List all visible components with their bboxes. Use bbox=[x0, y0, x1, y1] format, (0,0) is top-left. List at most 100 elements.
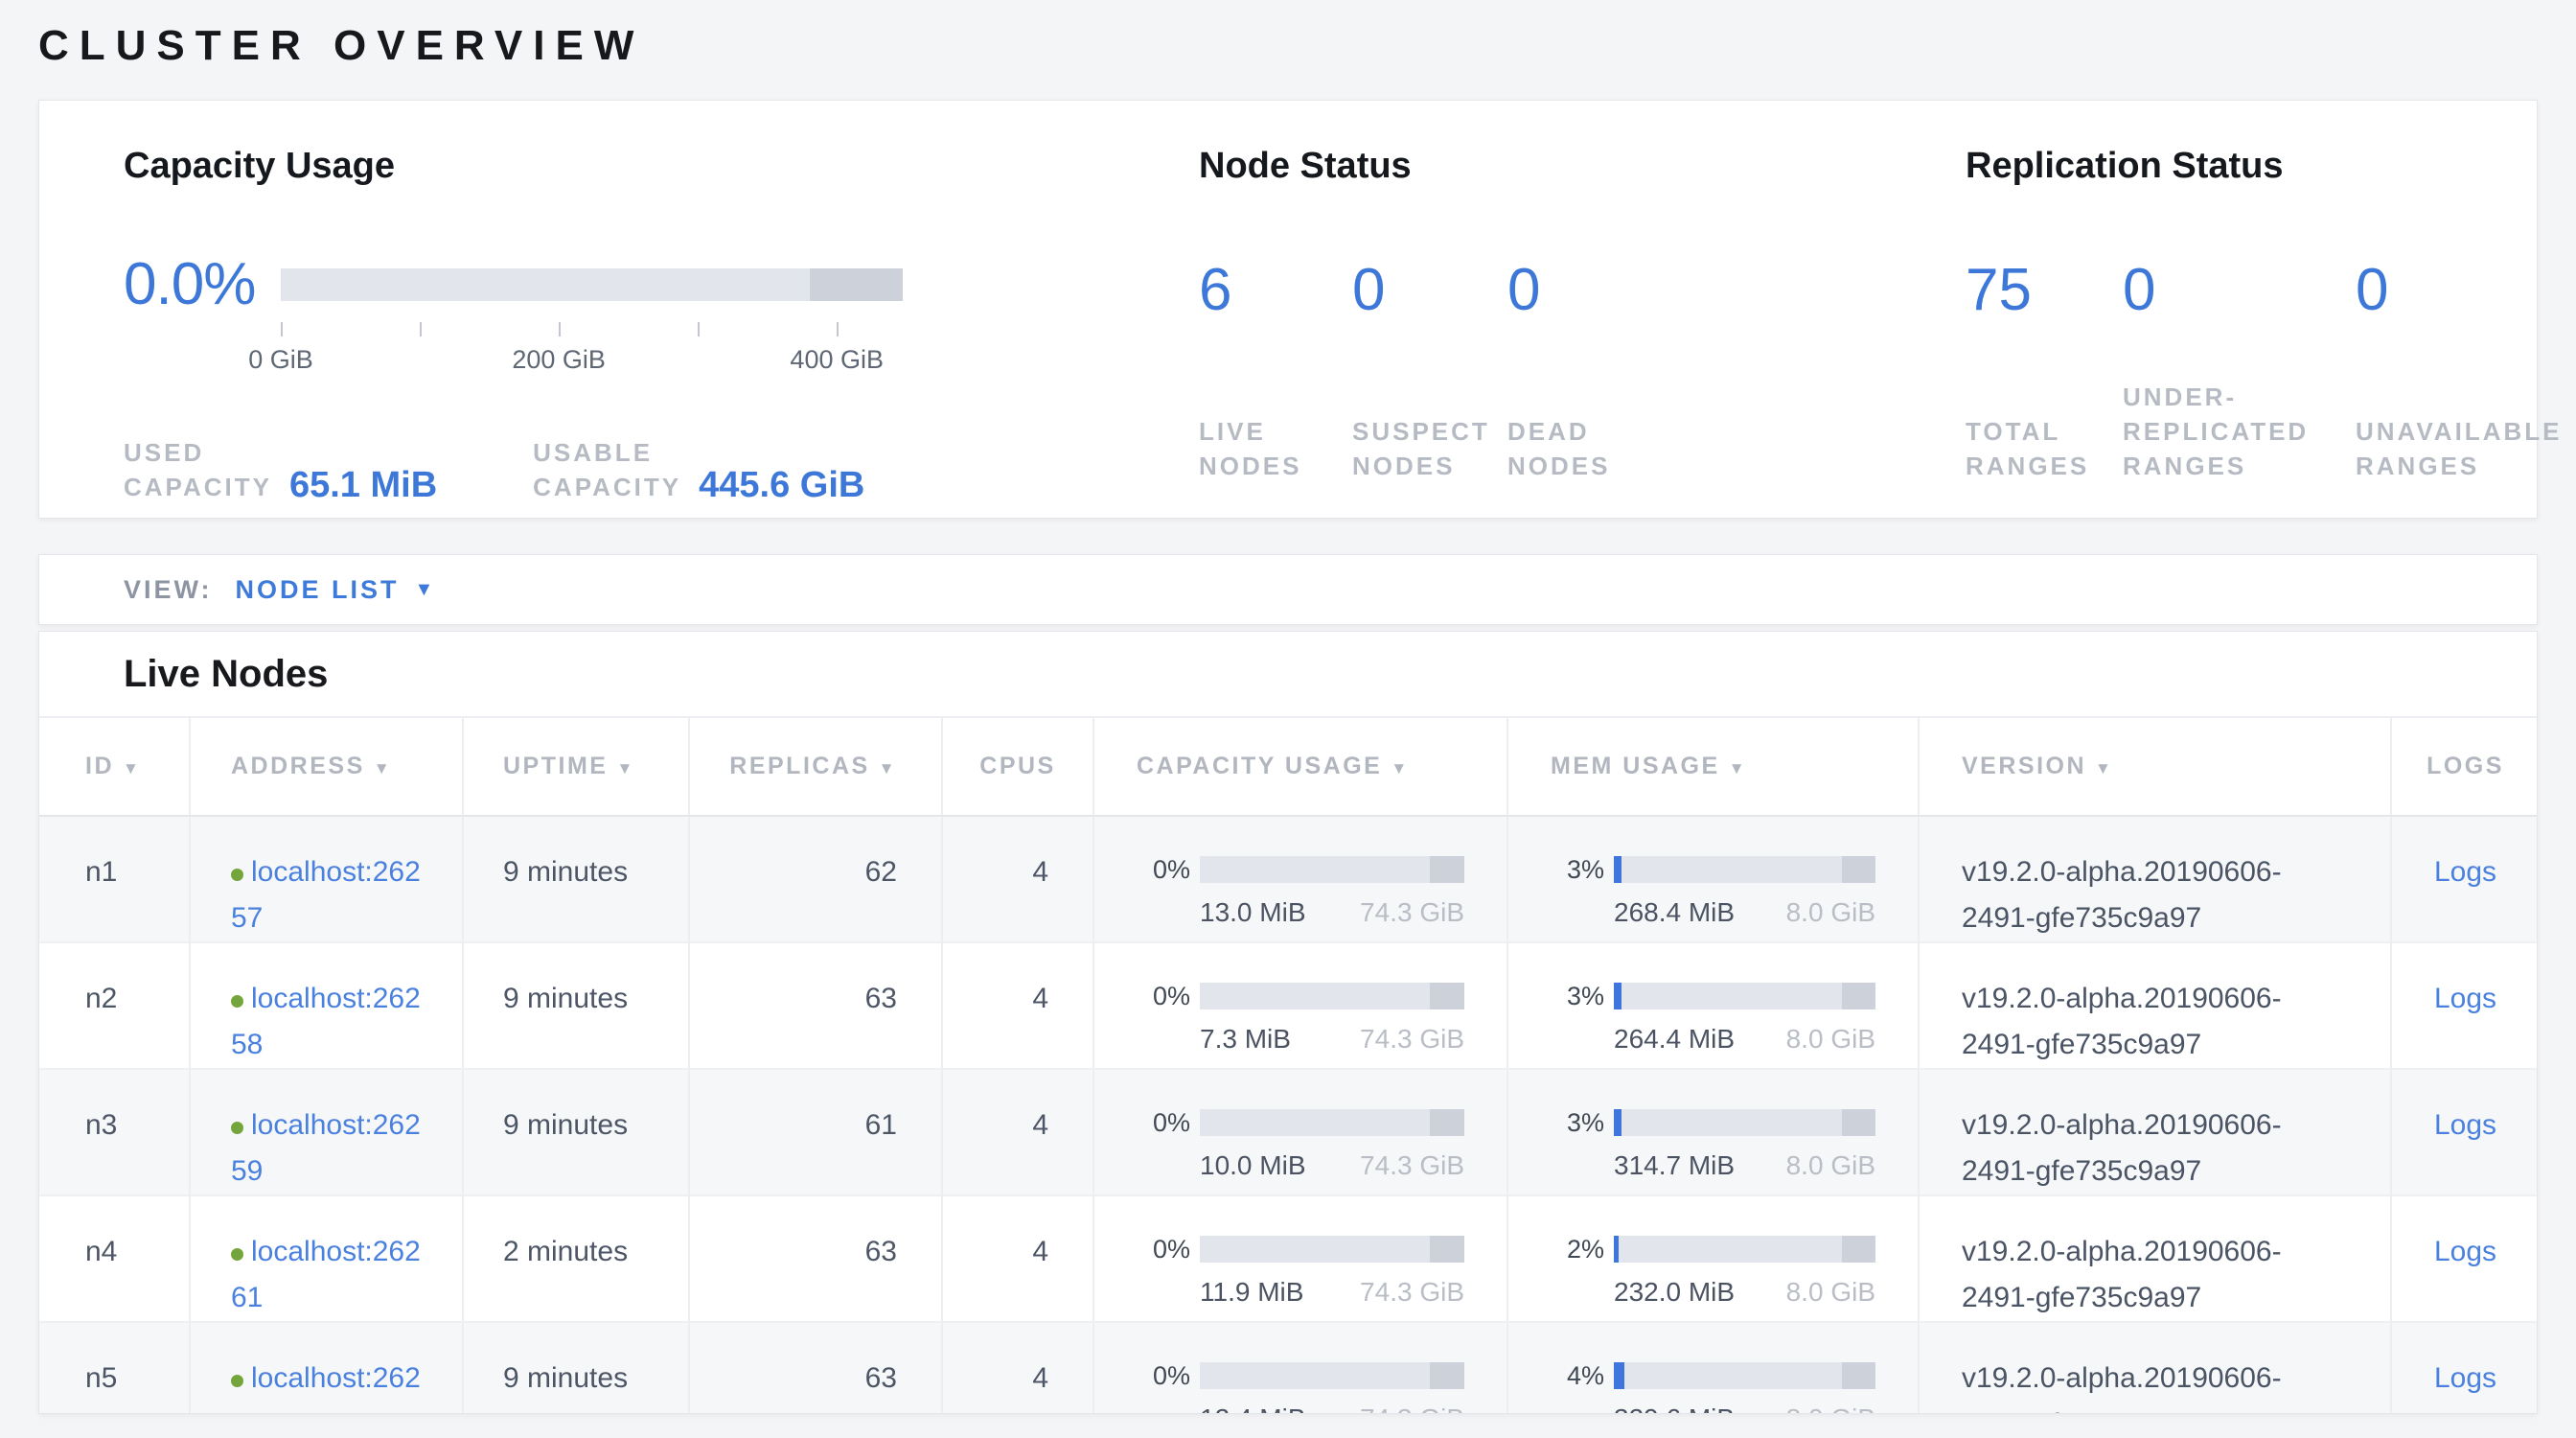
logs-link[interactable]: Logs bbox=[2434, 1109, 2496, 1141]
usage-bar-row: 3% bbox=[1551, 855, 1875, 884]
usage-total-value: 74.3 GiB bbox=[1360, 1277, 1464, 1308]
table-row: n1localhost:262579 minutes6240%13.0 MiB7… bbox=[39, 816, 2538, 942]
column-header-mem[interactable]: MEM USAGE▼ bbox=[1507, 717, 1919, 816]
column-header-label: MEM USAGE bbox=[1551, 753, 1720, 779]
cell-version: v19.2.0-alpha.20190606-2491-gfe735c9a97 bbox=[1919, 1322, 2391, 1414]
usage-percent: 0% bbox=[1137, 1235, 1190, 1264]
axis-tick-label: 200 GiB bbox=[512, 345, 606, 375]
summary-stat-label: SUSPECTNODES bbox=[1352, 380, 1507, 483]
version-value: v19.2.0-alpha.20190606-2491-gfe735c9a97 bbox=[1962, 1229, 2352, 1321]
usage-bar-dark-segment bbox=[1842, 1362, 1875, 1389]
capacity-stat-label: USEDCAPACITY bbox=[124, 435, 272, 504]
usage-total-value: 74.3 GiB bbox=[1360, 1024, 1464, 1055]
sort-arrow-icon: ▼ bbox=[374, 759, 392, 777]
page-title: CLUSTER OVERVIEW bbox=[38, 0, 2538, 71]
node-address-link[interactable]: localhost:26258 bbox=[231, 983, 421, 1060]
node-address-text: localhost:26262 bbox=[231, 1362, 421, 1414]
logs-link[interactable]: Logs bbox=[2434, 856, 2496, 888]
node-id: n1 bbox=[85, 856, 117, 888]
usage-percent: 4% bbox=[1551, 1361, 1604, 1390]
usage-bar bbox=[1614, 856, 1875, 883]
capacity-percent: 0.0% bbox=[124, 255, 281, 314]
summary-stat-label: TOTALRANGES bbox=[1966, 380, 2123, 483]
node-address-link[interactable]: localhost:26257 bbox=[231, 856, 421, 934]
usage-percent: 0% bbox=[1137, 1108, 1190, 1137]
node-address-text: localhost:26258 bbox=[231, 983, 421, 1060]
usage-used-value: 329.6 MiB bbox=[1614, 1403, 1735, 1414]
usage-bar bbox=[1614, 1109, 1875, 1136]
table-row: n2localhost:262589 minutes6340%7.3 MiB74… bbox=[39, 942, 2538, 1069]
usage-total-value: 74.3 GiB bbox=[1360, 897, 1464, 928]
table-row: n5localhost:262629 minutes6340%12.4 MiB7… bbox=[39, 1322, 2538, 1414]
capacity-gauge-bar bbox=[281, 268, 903, 301]
capacity-stat-label: USABLECAPACITY bbox=[533, 435, 681, 504]
column-header-capacity[interactable]: CAPACITY USAGE▼ bbox=[1093, 717, 1507, 816]
capacity-gauge-axis: 0 GiB 200 GiB 400 GiB bbox=[281, 314, 903, 389]
column-header-version[interactable]: VERSION▼ bbox=[1919, 717, 2391, 816]
logs-link[interactable]: Logs bbox=[2434, 983, 2496, 1014]
node-address-link[interactable]: localhost:26259 bbox=[231, 1109, 421, 1187]
replicas-value: 61 bbox=[865, 1109, 897, 1141]
usage-bar-dark-segment bbox=[1430, 1362, 1464, 1389]
usage-caption: 329.6 MiB8.0 GiB bbox=[1614, 1403, 1875, 1414]
cpus-value: 4 bbox=[1032, 1362, 1048, 1394]
cell-mem: 3%314.7 MiB8.0 GiB bbox=[1507, 1069, 1919, 1195]
usage-used-value: 13.0 MiB bbox=[1200, 897, 1306, 928]
usage-bar-row: 0% bbox=[1137, 1108, 1464, 1137]
usage-bar-dark-segment bbox=[1430, 1236, 1464, 1263]
summary-stat-value: 0 bbox=[1507, 261, 1680, 320]
cell-logs: Logs bbox=[2391, 1069, 2538, 1195]
summary-stat-label-line: SUSPECT bbox=[1352, 414, 1507, 449]
cell-address: localhost:26258 bbox=[190, 942, 463, 1069]
cell-node-id: n2 bbox=[39, 942, 190, 1069]
summary-stat-label: DEADNODES bbox=[1507, 380, 1680, 483]
column-header-uptime[interactable]: UPTIME▼ bbox=[463, 717, 689, 816]
column-header-label: VERSION bbox=[1962, 753, 2086, 779]
column-header-cpus: CPUS bbox=[942, 717, 1093, 816]
cell-uptime: 2 minutes bbox=[463, 1195, 689, 1322]
replicas-value: 62 bbox=[865, 856, 897, 888]
usage-bar-dark-segment bbox=[1430, 856, 1464, 883]
cell-address: localhost:26262 bbox=[190, 1322, 463, 1414]
summary-stat: 0UNAVAILABLERANGES bbox=[2356, 261, 2566, 483]
usage-caption: 11.9 MiB 74.3 GiB bbox=[1200, 1277, 1464, 1308]
usage-bar-dark-segment bbox=[1842, 983, 1875, 1009]
cell-capacity: 0%12.4 MiB74.3 GiB bbox=[1093, 1322, 1507, 1414]
uptime-value: 9 minutes bbox=[503, 856, 628, 888]
node-status-stats: 6 LIVENODES0SUSPECTNODES0 DEADNODES bbox=[1199, 261, 1870, 483]
node-address-link[interactable]: localhost:26262 bbox=[231, 1362, 421, 1414]
column-header-address[interactable]: ADDRESS▼ bbox=[190, 717, 463, 816]
summary-stat-label: LIVENODES bbox=[1199, 380, 1352, 483]
summary-stat-value: 6 bbox=[1199, 261, 1352, 320]
summary-stat-label-line: RANGES bbox=[1966, 449, 2123, 483]
usage-bar bbox=[1200, 1109, 1464, 1136]
usage-bar-dark-segment bbox=[1842, 1236, 1875, 1263]
node-address-link[interactable]: localhost:26261 bbox=[231, 1236, 421, 1313]
capacity-stat-value: 445.6 GiB bbox=[699, 466, 864, 504]
cell-address: localhost:26259 bbox=[190, 1069, 463, 1195]
cell-version: v19.2.0-alpha.20190606-2491-gfe735c9a97 bbox=[1919, 1069, 2391, 1195]
cell-replicas: 63 bbox=[689, 1195, 942, 1322]
sort-arrow-icon: ▼ bbox=[1391, 759, 1409, 777]
usage-percent: 3% bbox=[1551, 855, 1604, 884]
cell-version: v19.2.0-alpha.20190606-2491-gfe735c9a97 bbox=[1919, 1195, 2391, 1322]
summary-stat-label: UNAVAILABLERANGES bbox=[2356, 380, 2566, 483]
version-value: v19.2.0-alpha.20190606-2491-gfe735c9a97 bbox=[1962, 1102, 2352, 1194]
view-dropdown[interactable]: NODE LIST ▼ bbox=[236, 575, 434, 605]
version-value: v19.2.0-alpha.20190606-2491-gfe735c9a97 bbox=[1962, 976, 2352, 1068]
logs-link[interactable]: Logs bbox=[2434, 1236, 2496, 1267]
summary-stat: 0SUSPECTNODES bbox=[1352, 261, 1507, 483]
node-id: n3 bbox=[85, 1109, 117, 1141]
usage-used-value: 11.9 MiB bbox=[1200, 1277, 1303, 1308]
node-id: n2 bbox=[85, 983, 117, 1014]
replication-status-section: Replication Status 75TOTALRANGES0UNDER-R… bbox=[1966, 147, 2576, 483]
column-header-id[interactable]: ID▼ bbox=[39, 717, 190, 816]
axis-tick bbox=[281, 322, 283, 336]
replicas-value: 63 bbox=[865, 983, 897, 1014]
sort-arrow-icon: ▼ bbox=[123, 759, 141, 777]
uptime-value: 9 minutes bbox=[503, 1362, 628, 1394]
column-header-replicas[interactable]: REPLICAS▼ bbox=[689, 717, 942, 816]
sort-arrow-icon: ▼ bbox=[879, 759, 897, 777]
cell-uptime: 9 minutes bbox=[463, 1322, 689, 1414]
logs-link[interactable]: Logs bbox=[2434, 1362, 2496, 1394]
